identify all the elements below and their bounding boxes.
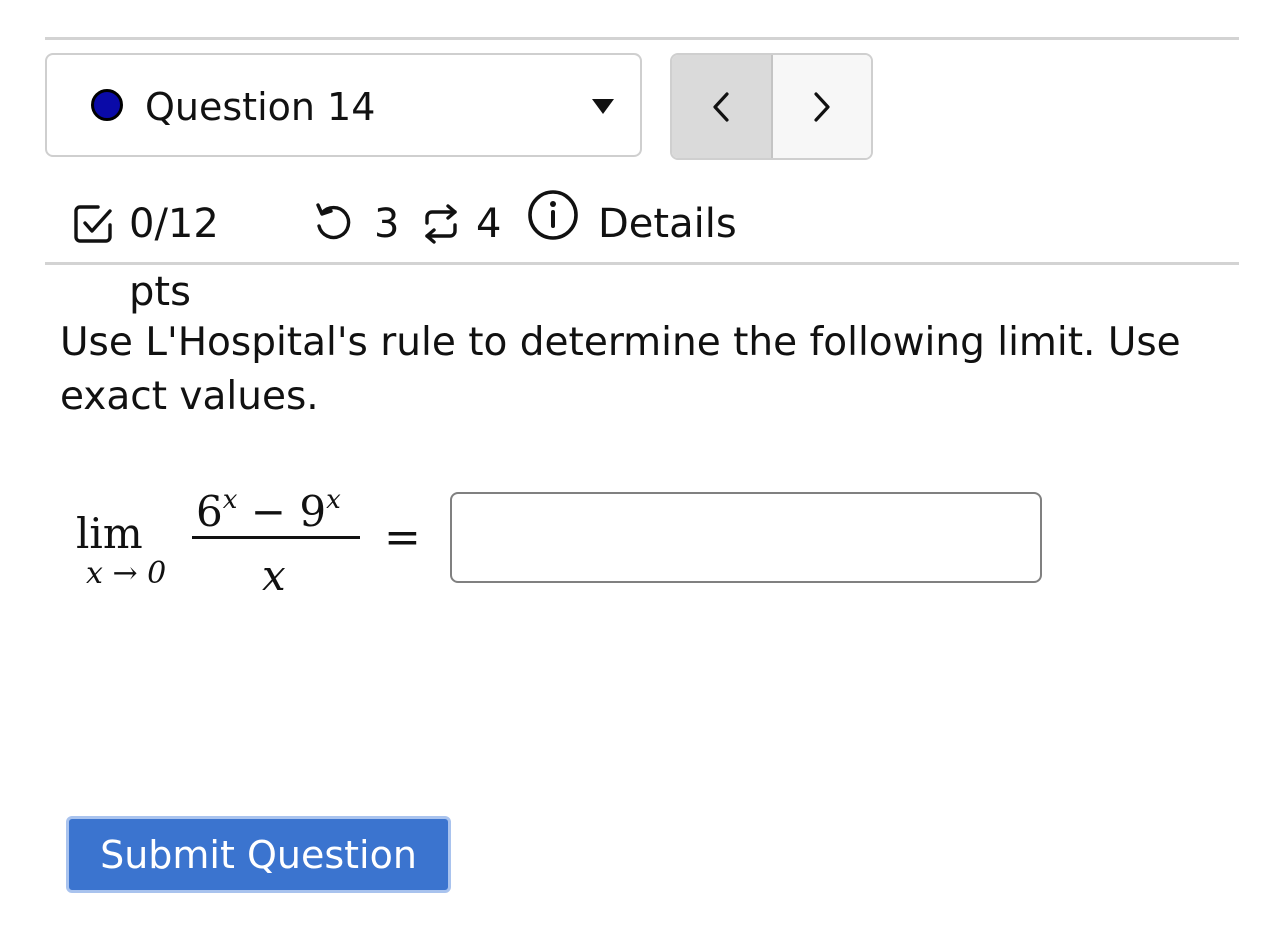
chevron-right-icon [814, 91, 830, 122]
checkbox-icon [74, 205, 112, 243]
details-link[interactable]: Details [526, 190, 737, 258]
fraction-bar [192, 536, 360, 539]
lim-operator: lim [76, 509, 143, 558]
retry-icon [316, 203, 351, 240]
meta-divider [45, 262, 1239, 265]
top-divider [45, 37, 1239, 40]
info-icon [528, 190, 578, 240]
lim-subscript: x → 0 [86, 556, 167, 591]
question-selector[interactable]: Question 14 [45, 53, 642, 157]
status-dot [91, 89, 123, 121]
attempts-count: 4 [476, 201, 502, 247]
submit-question-button[interactable]: Submit Question [66, 816, 451, 893]
equals-sign: = [384, 512, 421, 563]
question-pager [670, 53, 873, 160]
caret-down-icon [592, 99, 614, 114]
repeat-icon [425, 204, 457, 244]
fraction-numerator: 6x − 9x [196, 485, 341, 536]
fraction-denominator: x [262, 551, 286, 600]
score-text: 0/12 pts [129, 201, 219, 315]
question-prompt: Use L'Hospital's rule to determine the f… [60, 320, 1181, 419]
details-label: Details [598, 201, 737, 247]
question-label: Question 14 [145, 85, 376, 129]
previous-question-button[interactable] [672, 55, 773, 158]
next-question-button[interactable] [772, 55, 871, 158]
answer-input[interactable] [450, 492, 1042, 583]
retries-count: 3 [374, 201, 400, 247]
chevron-left-icon [713, 91, 729, 122]
